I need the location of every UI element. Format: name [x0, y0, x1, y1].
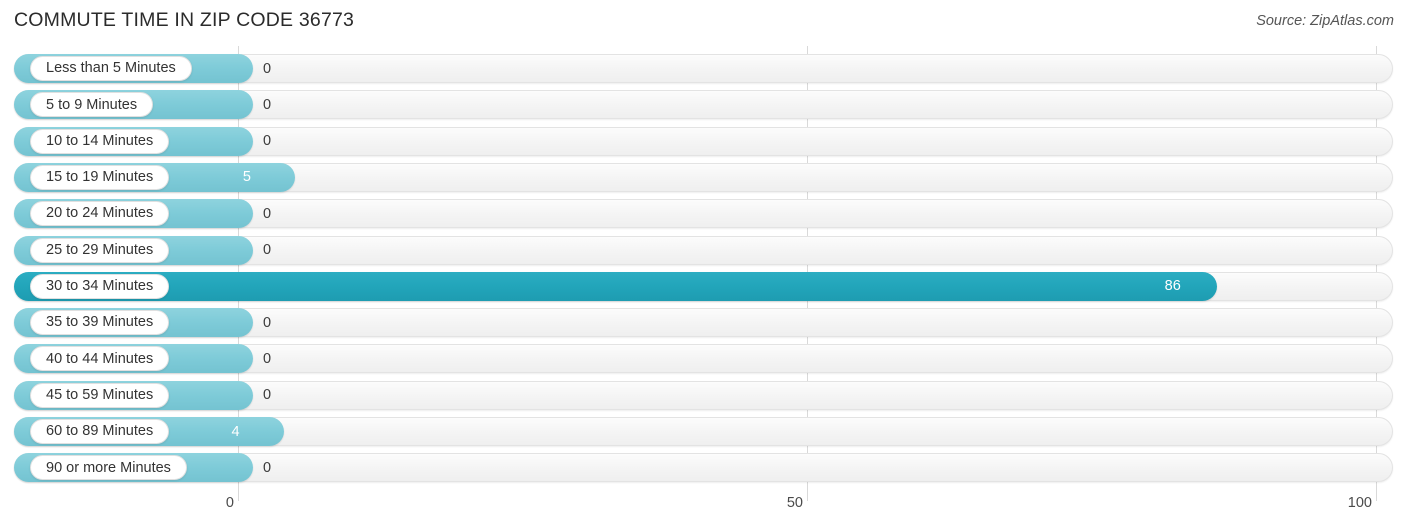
- bar-category-pill: 5 to 9 Minutes: [30, 92, 154, 118]
- bar-row[interactable]: 35 to 39 Minutes 0: [14, 308, 1393, 338]
- bar-value-label: 0: [263, 314, 272, 331]
- x-axis: 0 50 100: [0, 487, 1406, 523]
- bar-category-label: Less than 5 Minutes: [46, 60, 176, 77]
- bar-row[interactable]: Less than 5 Minutes 0: [14, 54, 1393, 83]
- bar-category-pill: 25 to 29 Minutes: [30, 237, 170, 263]
- bar-fill: [14, 271, 1217, 301]
- bar-category-label: 60 to 89 Minutes: [46, 423, 154, 440]
- source-attribution: Source: ZipAtlas.com: [1256, 13, 1394, 29]
- axis-tick-0: [238, 487, 239, 501]
- bar-category-label: 10 to 14 Minutes: [46, 132, 154, 149]
- bar-row[interactable]: 30 to 34 Minutes 86: [14, 271, 1393, 301]
- bar-category-label: 45 to 59 Minutes: [46, 386, 154, 403]
- bar-row[interactable]: 10 to 14 Minutes 0: [14, 126, 1393, 156]
- bar-category-label: 40 to 44 Minutes: [46, 350, 154, 367]
- bar-row[interactable]: 25 to 29 Minutes 0: [14, 235, 1393, 265]
- bar-row[interactable]: 45 to 59 Minutes 0: [14, 380, 1393, 410]
- bar-category-pill: 40 to 44 Minutes: [30, 346, 170, 372]
- bar-category-label: 25 to 29 Minutes: [46, 241, 154, 258]
- bar-category-label: 30 to 34 Minutes: [46, 278, 154, 295]
- bar-category-pill: 90 or more Minutes: [30, 455, 187, 481]
- bar-category-label: 20 to 24 Minutes: [46, 205, 154, 222]
- bar-value-label: 5: [242, 169, 251, 186]
- bar-row[interactable]: 60 to 89 Minutes 4: [14, 417, 1393, 446]
- bar-category-pill: 30 to 34 Minutes: [30, 273, 170, 299]
- bar-value-label: 86: [1164, 278, 1181, 295]
- axis-tick-label: 0: [225, 495, 234, 511]
- bar-row[interactable]: 90 or more Minutes 0: [14, 453, 1393, 483]
- axis-tick-label: 50: [786, 495, 803, 511]
- bar-category-pill: 10 to 14 Minutes: [30, 128, 170, 154]
- chart-header: COMMUTE TIME IN ZIP CODE 36773 Source: Z…: [0, 0, 1406, 46]
- bar-value-label: 0: [263, 60, 272, 77]
- bar-value-label: 0: [263, 133, 272, 150]
- bar-category-label: 5 to 9 Minutes: [46, 96, 138, 113]
- bar-row[interactable]: 20 to 24 Minutes 0: [14, 199, 1393, 229]
- bar-value-label: 4: [231, 423, 240, 440]
- bar-category-label: 15 to 19 Minutes: [46, 169, 154, 186]
- axis-tick-label: 100: [1347, 495, 1372, 511]
- bar-value-label: 0: [263, 96, 272, 113]
- bar-category-label: 35 to 39 Minutes: [46, 314, 154, 331]
- bar-value-label: 0: [263, 242, 272, 258]
- page-title: COMMUTE TIME IN ZIP CODE 36773: [14, 9, 355, 31]
- bar-category-pill: Less than 5 Minutes: [30, 56, 192, 81]
- bar-row[interactable]: 15 to 19 Minutes 5: [14, 162, 1393, 192]
- bar-rows: Less than 5 Minutes 0 5 to 9 Minutes 0 10 to…: [0, 46, 1406, 487]
- bar-row[interactable]: 40 to 44 Minutes 0: [14, 344, 1393, 374]
- bar-value-label: 0: [263, 459, 272, 476]
- bar-category-label: 90 or more Minutes: [46, 459, 171, 476]
- bar-category-pill: 15 to 19 Minutes: [30, 164, 170, 190]
- bar-category-pill: 60 to 89 Minutes: [30, 419, 170, 444]
- axis-tick-50: [807, 487, 808, 501]
- bar-category-pill: 35 to 39 Minutes: [30, 310, 170, 336]
- bar-value-label: 0: [263, 205, 272, 222]
- bar-value-label: 0: [263, 387, 272, 404]
- bar-category-pill: 45 to 59 Minutes: [30, 382, 170, 408]
- axis-tick-100: [1376, 487, 1377, 501]
- chart-plot-area: Less than 5 Minutes 0 5 to 9 Minutes 0 10 to…: [0, 46, 1406, 487]
- bar-row[interactable]: 5 to 9 Minutes 0: [14, 90, 1393, 120]
- bar-value-label: 0: [263, 350, 272, 367]
- bar-category-pill: 20 to 24 Minutes: [30, 201, 170, 227]
